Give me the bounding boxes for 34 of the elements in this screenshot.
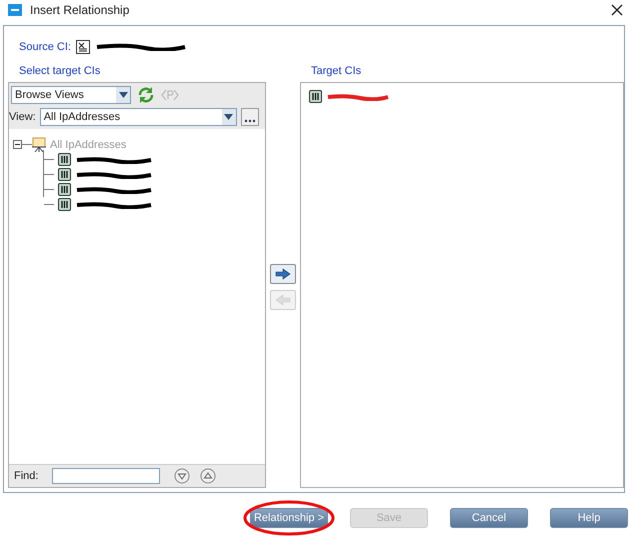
ellipsis-icon xyxy=(244,119,256,123)
dialog-button[interactable]: Help xyxy=(550,508,628,528)
right-arrow-icon xyxy=(275,268,291,280)
find-field[interactable] xyxy=(52,468,160,484)
document-icon xyxy=(76,40,90,54)
browse-dropdown[interactable]: Browse Views xyxy=(11,86,131,104)
caret-icon xyxy=(118,92,128,98)
panel-title: Select target CIs xyxy=(18,65,102,79)
source-label: Source CI: xyxy=(19,41,71,53)
server-icon xyxy=(58,198,71,211)
easel-icon xyxy=(32,137,46,152)
dialog-button[interactable]: Relationship > xyxy=(250,508,328,528)
find-label: Find: xyxy=(14,470,38,482)
server-icon xyxy=(58,183,71,196)
caret-icon xyxy=(224,114,234,120)
panel-title: Target CIs xyxy=(310,65,362,79)
redaction-scribble xyxy=(326,92,390,100)
server-icon xyxy=(58,153,71,166)
server-icon xyxy=(58,168,71,181)
left-arrow-icon xyxy=(275,294,291,306)
more-button[interactable] xyxy=(240,108,259,126)
tree-root-label[interactable]: All IpAddresses xyxy=(50,138,126,150)
view-dropdown[interactable]: All IpAddresses xyxy=(40,108,237,126)
view-label: View: xyxy=(9,111,36,123)
next-icon[interactable] xyxy=(174,468,190,484)
window-title: Insert Relationship xyxy=(30,2,130,16)
previous-icon[interactable] xyxy=(200,468,216,484)
app-icon xyxy=(8,4,22,16)
server-icon xyxy=(309,90,322,103)
add-button[interactable] xyxy=(270,264,296,284)
refresh-icon[interactable] xyxy=(137,86,155,104)
close-icon[interactable] xyxy=(611,4,623,16)
collapse-icon[interactable] xyxy=(13,140,22,149)
dialog-button[interactable]: Cancel xyxy=(450,508,528,528)
